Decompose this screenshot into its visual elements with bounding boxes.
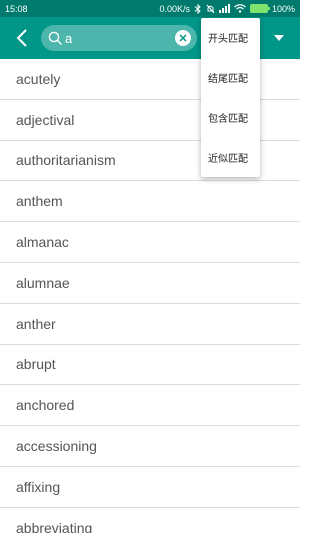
signal-icon xyxy=(218,4,230,13)
search-input[interactable] xyxy=(65,27,175,49)
status-bar: 15:08 0.00K/s 100% xyxy=(0,0,300,17)
list-item[interactable]: accessioning xyxy=(0,426,300,467)
dropdown-arrow-icon xyxy=(274,35,284,41)
match-mode-dropdown[interactable] xyxy=(270,29,288,47)
bell-off-icon xyxy=(206,4,215,14)
list-item[interactable]: anthem xyxy=(0,181,300,223)
bluetooth-icon xyxy=(194,3,202,14)
network-speed: 0.00K/s xyxy=(159,3,190,14)
list-item[interactable]: anchored xyxy=(0,385,300,427)
back-button[interactable] xyxy=(10,26,34,50)
clear-button[interactable] xyxy=(175,30,191,46)
list-item[interactable]: abrupt xyxy=(0,345,300,386)
menu-item-contains[interactable]: 包含匹配 xyxy=(201,98,260,138)
wifi-icon xyxy=(234,4,246,13)
clear-icon xyxy=(179,34,187,42)
status-right: 0.00K/s 100% xyxy=(159,3,295,14)
list-item[interactable]: almanac xyxy=(0,222,300,263)
search-icon xyxy=(47,30,63,46)
status-time: 15:08 xyxy=(5,3,28,14)
match-mode-menu: 开头匹配 结尾匹配 包含匹配 近似匹配 xyxy=(201,18,260,177)
list-item[interactable]: alumnae xyxy=(0,263,300,304)
battery-percent: 100% xyxy=(271,3,295,14)
back-arrow-icon xyxy=(16,29,27,47)
battery-icon xyxy=(249,4,270,13)
list-item[interactable]: affixing xyxy=(0,467,300,508)
list-item[interactable]: anther xyxy=(0,304,300,345)
search-box[interactable] xyxy=(41,25,197,51)
menu-item-starts-with[interactable]: 开头匹配 xyxy=(201,18,260,58)
list-item[interactable]: abbreviating xyxy=(0,508,300,533)
menu-item-fuzzy[interactable]: 近似匹配 xyxy=(201,137,260,177)
menu-item-ends-with[interactable]: 结尾匹配 xyxy=(201,58,260,98)
